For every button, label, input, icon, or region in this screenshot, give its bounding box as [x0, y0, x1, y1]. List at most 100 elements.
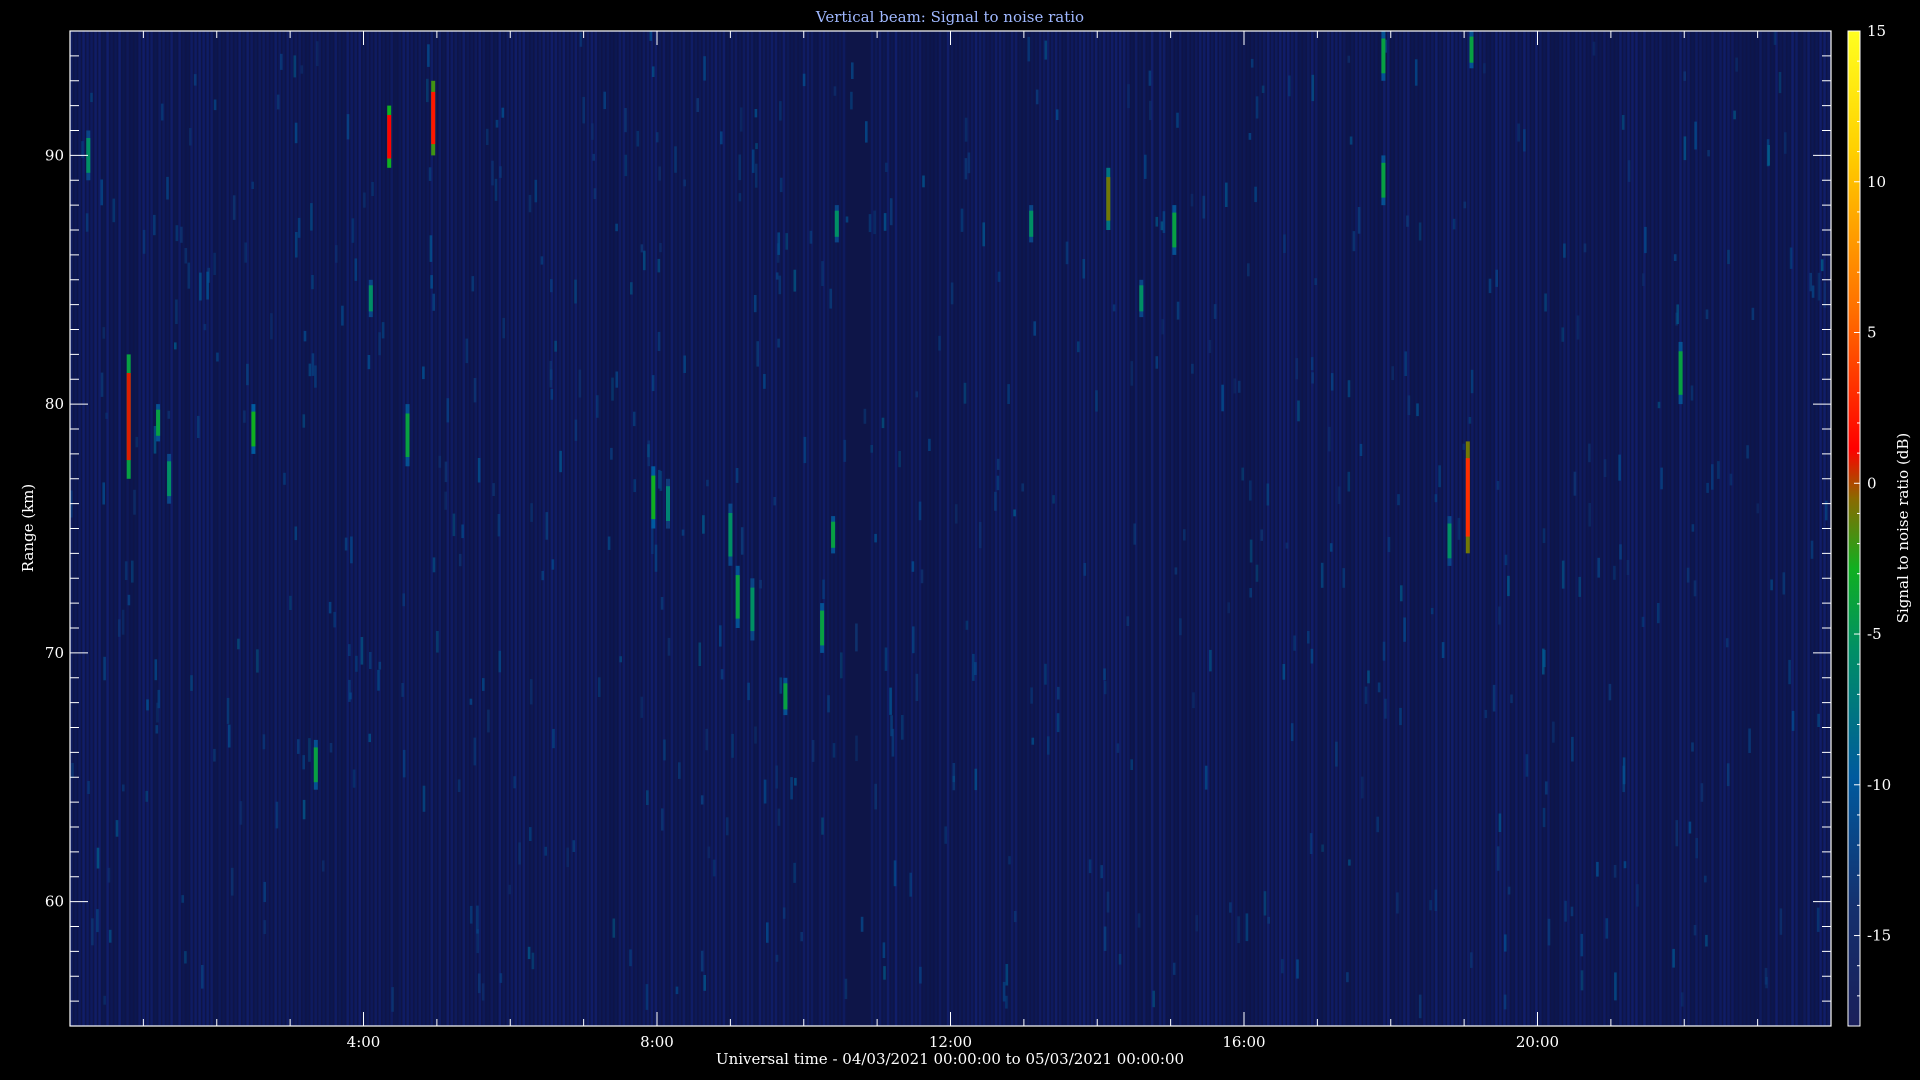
noise-speckle	[1359, 443, 1363, 456]
noise-speckle	[103, 995, 106, 1005]
noise-speckle	[471, 276, 475, 292]
noise-speckle	[295, 232, 298, 258]
time-column	[1519, 31, 1522, 1026]
time-column	[378, 31, 381, 1026]
noise-speckle	[572, 840, 576, 852]
colorbar-gradient	[1848, 31, 1860, 1026]
noise-speckle	[355, 655, 358, 672]
noise-speckle	[1008, 856, 1011, 865]
echo-core	[1172, 212, 1177, 248]
noise-speckle	[1192, 692, 1195, 709]
noise-speckle	[893, 860, 897, 887]
time-column	[1375, 31, 1378, 1026]
noise-speckle	[1267, 916, 1270, 924]
noise-speckle	[640, 244, 644, 253]
noise-speckle	[302, 414, 306, 428]
time-column	[262, 31, 265, 1026]
time-column	[934, 31, 938, 1026]
time-column	[950, 31, 954, 1026]
time-column	[1162, 31, 1166, 1026]
time-column	[126, 31, 129, 1026]
noise-speckle	[1384, 698, 1387, 719]
time-column	[402, 31, 405, 1026]
time-column	[1415, 31, 1418, 1026]
noise-speckle	[96, 909, 99, 933]
noise-speckle	[534, 179, 538, 203]
noise-speckle	[1820, 259, 1824, 272]
time-column	[1399, 31, 1402, 1026]
noise-speckle	[1249, 539, 1253, 563]
time-column	[198, 31, 201, 1026]
noise-speckle	[1031, 737, 1035, 745]
noise-speckle	[308, 738, 311, 762]
noise-speckle	[922, 175, 925, 188]
time-column	[1675, 31, 1678, 1026]
time-column	[1146, 31, 1150, 1026]
noise-speckle	[180, 226, 183, 243]
noise-speckle	[1404, 351, 1407, 376]
noise-speckle	[458, 553, 462, 567]
time-column	[1623, 31, 1626, 1026]
noise-speckle	[1498, 813, 1502, 832]
echo-core	[1381, 38, 1386, 74]
noise-speckle	[544, 846, 547, 856]
noise-speckle	[578, 369, 582, 398]
time-column	[1014, 31, 1018, 1026]
time-column	[826, 31, 830, 1026]
time-column	[690, 31, 694, 1026]
noise-speckle	[1202, 195, 1206, 219]
time-column	[130, 31, 133, 1026]
time-column	[954, 31, 958, 1026]
time-column	[1311, 31, 1314, 1026]
noise-speckle	[1282, 664, 1286, 680]
noise-speckle	[314, 365, 317, 388]
noise-speckle	[402, 749, 406, 778]
noise-speckle	[790, 777, 793, 800]
noise-speckle	[754, 109, 758, 118]
noise-speckle	[1245, 913, 1249, 942]
noise-speckle	[1782, 572, 1786, 595]
time-column	[1034, 31, 1038, 1026]
noise-speckle	[731, 733, 734, 758]
time-column	[514, 31, 518, 1026]
time-column	[1355, 31, 1358, 1026]
time-column	[566, 31, 570, 1026]
noise-speckle	[822, 579, 825, 600]
noise-speckle	[1311, 372, 1314, 384]
noise-speckle	[135, 436, 139, 448]
time-column	[526, 31, 530, 1026]
noise-speckle	[1148, 70, 1152, 86]
noise-speckle	[1208, 340, 1212, 353]
noise-speckle	[335, 245, 338, 263]
noise-speckle	[1810, 540, 1814, 559]
noise-speckle	[1033, 321, 1036, 336]
noise-speckle	[1127, 84, 1130, 109]
noise-speckle	[329, 743, 333, 753]
noise-speckle	[1784, 132, 1787, 154]
noise-speckle	[881, 417, 885, 429]
noise-speckle	[1680, 992, 1684, 1007]
noise-speckle	[438, 455, 442, 468]
time-column	[646, 31, 650, 1026]
time-column	[1347, 31, 1350, 1026]
time-column	[1483, 31, 1486, 1026]
noise-speckle	[1507, 575, 1510, 597]
noise-speckle	[647, 444, 650, 458]
noise-speckle	[777, 232, 780, 255]
noise-speckle	[884, 647, 888, 671]
time-column	[510, 31, 514, 1026]
noise-speckle	[855, 623, 858, 652]
noise-speckle	[1103, 926, 1107, 951]
time-column	[1791, 31, 1794, 1026]
noise-speckle	[1622, 765, 1625, 793]
noise-speckle	[928, 438, 931, 451]
noise-speckle	[1174, 567, 1178, 575]
noise-speckle	[645, 984, 649, 1010]
noise-speckle	[1618, 454, 1621, 481]
noise-speckle	[1592, 41, 1596, 56]
noise-speckle	[740, 527, 744, 555]
noise-speckle	[1552, 721, 1555, 743]
noise-speckle	[1281, 959, 1284, 974]
time-column	[258, 31, 261, 1026]
noise-speckle	[1082, 259, 1085, 279]
